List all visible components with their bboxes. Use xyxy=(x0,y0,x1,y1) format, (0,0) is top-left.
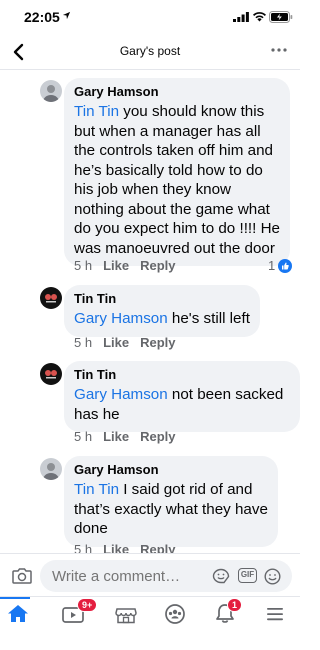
like-button[interactable]: Like xyxy=(103,429,129,444)
groups-icon[interactable] xyxy=(160,601,190,627)
status-bar: 22:05 xyxy=(0,0,300,34)
gif-label: GIF xyxy=(240,570,255,579)
emoji-icon[interactable] xyxy=(264,568,281,585)
reaction-count[interactable]: 1 xyxy=(268,258,293,273)
like-button[interactable]: Like xyxy=(103,335,129,350)
nav-bar: Gary's post xyxy=(0,34,300,70)
comment-author[interactable]: Tin Tin xyxy=(74,291,250,307)
avatar[interactable] xyxy=(40,458,62,480)
comment-time: 5 h xyxy=(74,429,93,444)
comment-author[interactable]: Gary Hamson xyxy=(74,462,268,478)
reply-button[interactable]: Reply xyxy=(140,258,175,273)
comment-bubble[interactable]: Tin Tin Gary Hamson he's still left xyxy=(64,285,260,337)
reply-button[interactable]: Reply xyxy=(140,429,175,444)
sticker-icon[interactable] xyxy=(212,568,230,584)
battery-icon xyxy=(269,11,293,23)
comment-body: he's still left xyxy=(167,310,250,327)
reaction-count-value: 1 xyxy=(268,258,276,273)
status-time: 22:05 xyxy=(24,9,60,25)
comment-bubble[interactable]: Gary Hamson Tin Tin I said got rid of an… xyxy=(64,456,278,547)
comment-bubble[interactable]: Tin Tin Gary Hamson not been sacked has … xyxy=(64,361,300,432)
comment-composer: GIF xyxy=(0,553,300,595)
gif-icon[interactable]: GIF xyxy=(238,568,257,583)
avatar[interactable] xyxy=(40,80,62,102)
comment-author[interactable]: Tin Tin xyxy=(74,367,290,383)
comment-text: Tin Tin you should know this but when a … xyxy=(74,102,280,258)
wifi-icon xyxy=(253,12,266,22)
mention-link[interactable]: Tin Tin xyxy=(74,103,119,120)
location-arrow-icon xyxy=(62,11,71,20)
comment-actions: 5 h Like Reply xyxy=(74,429,176,444)
comment-text: Gary Hamson he's still left xyxy=(74,309,250,329)
active-tab-indicator xyxy=(0,597,30,599)
comment-time: 5 h xyxy=(74,335,93,350)
notifications-badge: 1 xyxy=(227,598,243,612)
watch-badge: 9+ xyxy=(77,598,98,612)
marketplace-icon[interactable] xyxy=(111,601,141,627)
comment-actions: 5 h Like Reply xyxy=(74,335,176,350)
menu-icon[interactable] xyxy=(260,601,290,627)
home-icon[interactable] xyxy=(3,601,33,627)
comment-body: you should know this but when a manager … xyxy=(74,103,280,257)
mention-link[interactable]: Gary Hamson xyxy=(74,310,168,327)
comment-actions: 5 h Like Reply xyxy=(74,258,176,273)
avatar[interactable] xyxy=(40,363,62,385)
page-title: Gary's post xyxy=(119,44,181,58)
signal-icon xyxy=(233,12,249,22)
mention-link[interactable]: Gary Hamson xyxy=(74,386,168,403)
like-reaction-icon xyxy=(278,258,293,273)
camera-icon[interactable] xyxy=(12,567,32,584)
comment-time: 5 h xyxy=(74,258,93,273)
comment-bubble[interactable]: Gary Hamson Tin Tin you should know this… xyxy=(64,78,290,266)
comment-text: Tin Tin I said got rid of and that’s exa… xyxy=(74,480,268,539)
reply-button[interactable]: Reply xyxy=(140,335,175,350)
mention-link[interactable]: Tin Tin xyxy=(74,481,119,498)
comment-text: Gary Hamson not been sacked has he xyxy=(74,385,290,424)
like-button[interactable]: Like xyxy=(103,258,129,273)
tab-bar: 9+ 1 xyxy=(0,596,300,650)
comment-author[interactable]: Gary Hamson xyxy=(74,84,280,100)
more-icon[interactable] xyxy=(270,46,288,54)
avatar[interactable] xyxy=(40,287,62,309)
